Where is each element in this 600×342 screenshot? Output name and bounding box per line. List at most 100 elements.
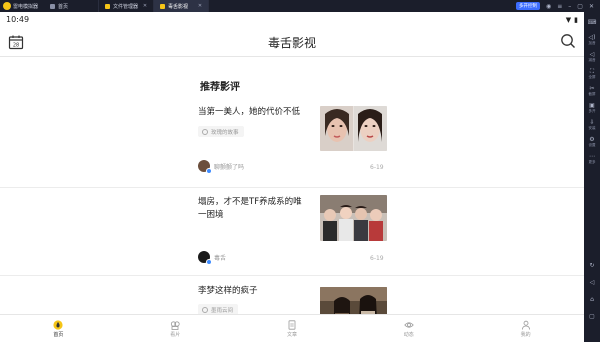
sidebar-button-home[interactable]: ⌂ xyxy=(584,291,600,308)
article-date: 6-19 xyxy=(370,255,384,262)
avatar xyxy=(198,251,212,265)
recent-icon: ▢ xyxy=(589,313,595,320)
sidebar-button-fullscreen[interactable]: ⛶ 全屏 xyxy=(584,65,600,82)
sidebar-button-install[interactable]: ⇩ 安装 xyxy=(584,116,600,133)
fullscreen-icon: ⛶ xyxy=(589,67,595,75)
sidebar-button-rotate[interactable]: ↻ xyxy=(584,257,600,274)
verified-icon xyxy=(206,168,212,174)
nav-home[interactable]: 首页 xyxy=(0,315,117,342)
article-title[interactable]: 塌房，才不是TF养成系的唯一困境 xyxy=(198,196,310,222)
sidebar-button-settings[interactable]: ⚙ 设置 xyxy=(584,133,600,150)
sidebar-button-volume-down[interactable]: ◁ 减音 xyxy=(584,48,600,65)
maximize-icon[interactable]: ▢ xyxy=(577,3,583,10)
sidebar-button-label: 设置 xyxy=(588,142,596,147)
verified-icon xyxy=(206,259,212,265)
tab-label: 文件管理器 xyxy=(113,3,139,10)
dushe-app-icon xyxy=(160,3,166,9)
nav-label: 首页 xyxy=(53,331,64,338)
gamepad-icon[interactable]: ◉ xyxy=(546,3,551,10)
close-icon[interactable]: ✕ xyxy=(589,3,594,10)
home-flame-icon xyxy=(53,319,63,330)
bottom-navigation: 首页 看片 文章 动态 我的 xyxy=(0,314,584,342)
multi-open-icon: ▣ xyxy=(589,101,595,109)
sidebar-button-label: 全屏 xyxy=(588,74,596,79)
app-title: 毒舌影视 xyxy=(267,36,316,50)
emulator-window: 雷电模拟器 首页 文件管理器 ✕ 毒舌影视 ✕ 多开控制 ◉ ≡ – ▢ ✕ ⌨… xyxy=(0,0,600,342)
minimize-icon[interactable]: – xyxy=(568,3,571,10)
leidian-logo-icon xyxy=(3,2,11,10)
emulator-tab-file-manager[interactable]: 文件管理器 ✕ xyxy=(99,0,155,12)
section-title: 推荐影评 xyxy=(200,82,240,93)
search-icon[interactable] xyxy=(560,33,576,49)
user-icon xyxy=(521,320,530,330)
nav-label: 动态 xyxy=(403,331,414,338)
sidebar-button-scissors[interactable]: ✂ 截屏 xyxy=(584,82,600,99)
nav-feed[interactable]: 动态 xyxy=(350,315,467,342)
nav-label: 看片 xyxy=(170,331,181,338)
topic-icon xyxy=(202,306,208,313)
emulator-logo: 雷电模拟器 xyxy=(0,2,44,10)
folder-icon xyxy=(105,3,111,9)
keyboard-icon: ⌨ xyxy=(587,19,597,26)
topic-tag[interactable]: 玫瑰的故事 xyxy=(198,126,244,137)
emulator-app-name: 雷电模拟器 xyxy=(13,3,39,10)
emulator-controls: 多开控制 ◉ ≡ – ▢ ✕ xyxy=(516,2,600,10)
topic-tag-label: 墨雨云间 xyxy=(211,307,234,314)
sidebar-button-recent[interactable]: ▢ xyxy=(584,308,600,325)
emulator-tab-home[interactable]: 首页 xyxy=(44,0,100,12)
nav-label: 文章 xyxy=(286,331,297,338)
author-row[interactable]: 聊颤颤了吗 xyxy=(198,160,245,174)
status-time: 10:49 xyxy=(6,15,30,24)
sidebar-button-multi-open[interactable]: ▣ 多开 xyxy=(584,99,600,116)
home-tab-icon xyxy=(50,3,56,9)
volume-up-icon: ◁) xyxy=(588,33,596,41)
topic-icon xyxy=(202,128,208,135)
app-bar: 28 毒舌影视 xyxy=(0,27,584,57)
multi-control-badge[interactable]: 多开控制 xyxy=(516,2,541,10)
install-icon: ⇩ xyxy=(589,118,595,126)
article-thumbnail[interactable] xyxy=(320,106,387,151)
battery-icon: ▮ xyxy=(574,15,578,24)
settings-icon: ⚙ xyxy=(589,135,595,143)
article-thumbnail[interactable] xyxy=(320,195,387,241)
sidebar-button-more[interactable]: ⋯ 更多 xyxy=(584,150,600,167)
nav-films[interactable]: 看片 xyxy=(117,315,234,342)
document-icon xyxy=(288,319,296,330)
article-card[interactable]: 塌房，才不是TF养成系的唯一困境 毒舌 6-19 xyxy=(0,189,584,276)
avatar xyxy=(198,160,212,174)
status-bar: 10:49 ▼ ▮ xyxy=(0,12,584,27)
back-icon: ◁ xyxy=(589,279,595,286)
wifi-icon: ▼ xyxy=(565,15,572,24)
nav-articles[interactable]: 文章 xyxy=(234,315,351,342)
article-feed: 推荐影评 当第一美人，她的代价不低 玫瑰的故事 聊颤颤了吗 6-19 塌房，才不… xyxy=(0,78,584,326)
close-tab-icon[interactable]: ✕ xyxy=(143,3,147,9)
sidebar-button-label: 安装 xyxy=(588,125,596,130)
rotate-icon: ↻ xyxy=(589,262,595,269)
author-name: 聊颤颤了吗 xyxy=(214,163,245,171)
sidebar-button-label: 减音 xyxy=(588,57,596,62)
scissors-icon: ✂ xyxy=(589,84,595,92)
tab-label: 首页 xyxy=(58,3,69,10)
sidebar-button-volume-up[interactable]: ◁) 加音 xyxy=(584,31,600,48)
article-date: 6-19 xyxy=(370,164,384,171)
sidebar-button-keyboard[interactable]: ⌨ xyxy=(584,14,600,31)
close-tab-icon[interactable]: ✕ xyxy=(198,3,202,9)
sidebar-button-label: 更多 xyxy=(588,159,596,164)
more-icon: ⋯ xyxy=(589,152,595,160)
article-title[interactable]: 当第一美人，她的代价不低 xyxy=(198,106,310,119)
emulator-sidebar: ⌨ ◁) 加音 ◁ 减音 ⛶ 全屏 ✂ 截屏 ▣ 多开 ⇩ 安装 ⚙ 设置 ⋯ 更多 ↻ ◁ ⌂ ▢ xyxy=(584,12,600,342)
author-name: 毒舌 xyxy=(214,254,227,262)
article-title[interactable]: 李梦这样的疯子 xyxy=(198,285,310,298)
nav-profile[interactable]: 我的 xyxy=(467,315,584,342)
volume-down-icon: ◁ xyxy=(589,50,595,58)
sidebar-button-label: 加音 xyxy=(588,40,596,45)
author-row[interactable]: 毒舌 xyxy=(198,251,227,265)
home-icon: ⌂ xyxy=(590,296,594,303)
eye-icon xyxy=(404,321,414,328)
emulator-tab-dushe[interactable]: 毒舌影视 ✕ xyxy=(154,0,210,12)
article-card[interactable]: 当第一美人，她的代价不低 玫瑰的故事 聊颤颤了吗 6-19 xyxy=(0,100,584,188)
menu-icon[interactable]: ≡ xyxy=(557,3,562,10)
sidebar-button-back[interactable]: ◁ xyxy=(584,274,600,291)
tab-label: 毒舌影视 xyxy=(168,3,189,10)
sidebar-button-label: 截屏 xyxy=(588,91,596,96)
